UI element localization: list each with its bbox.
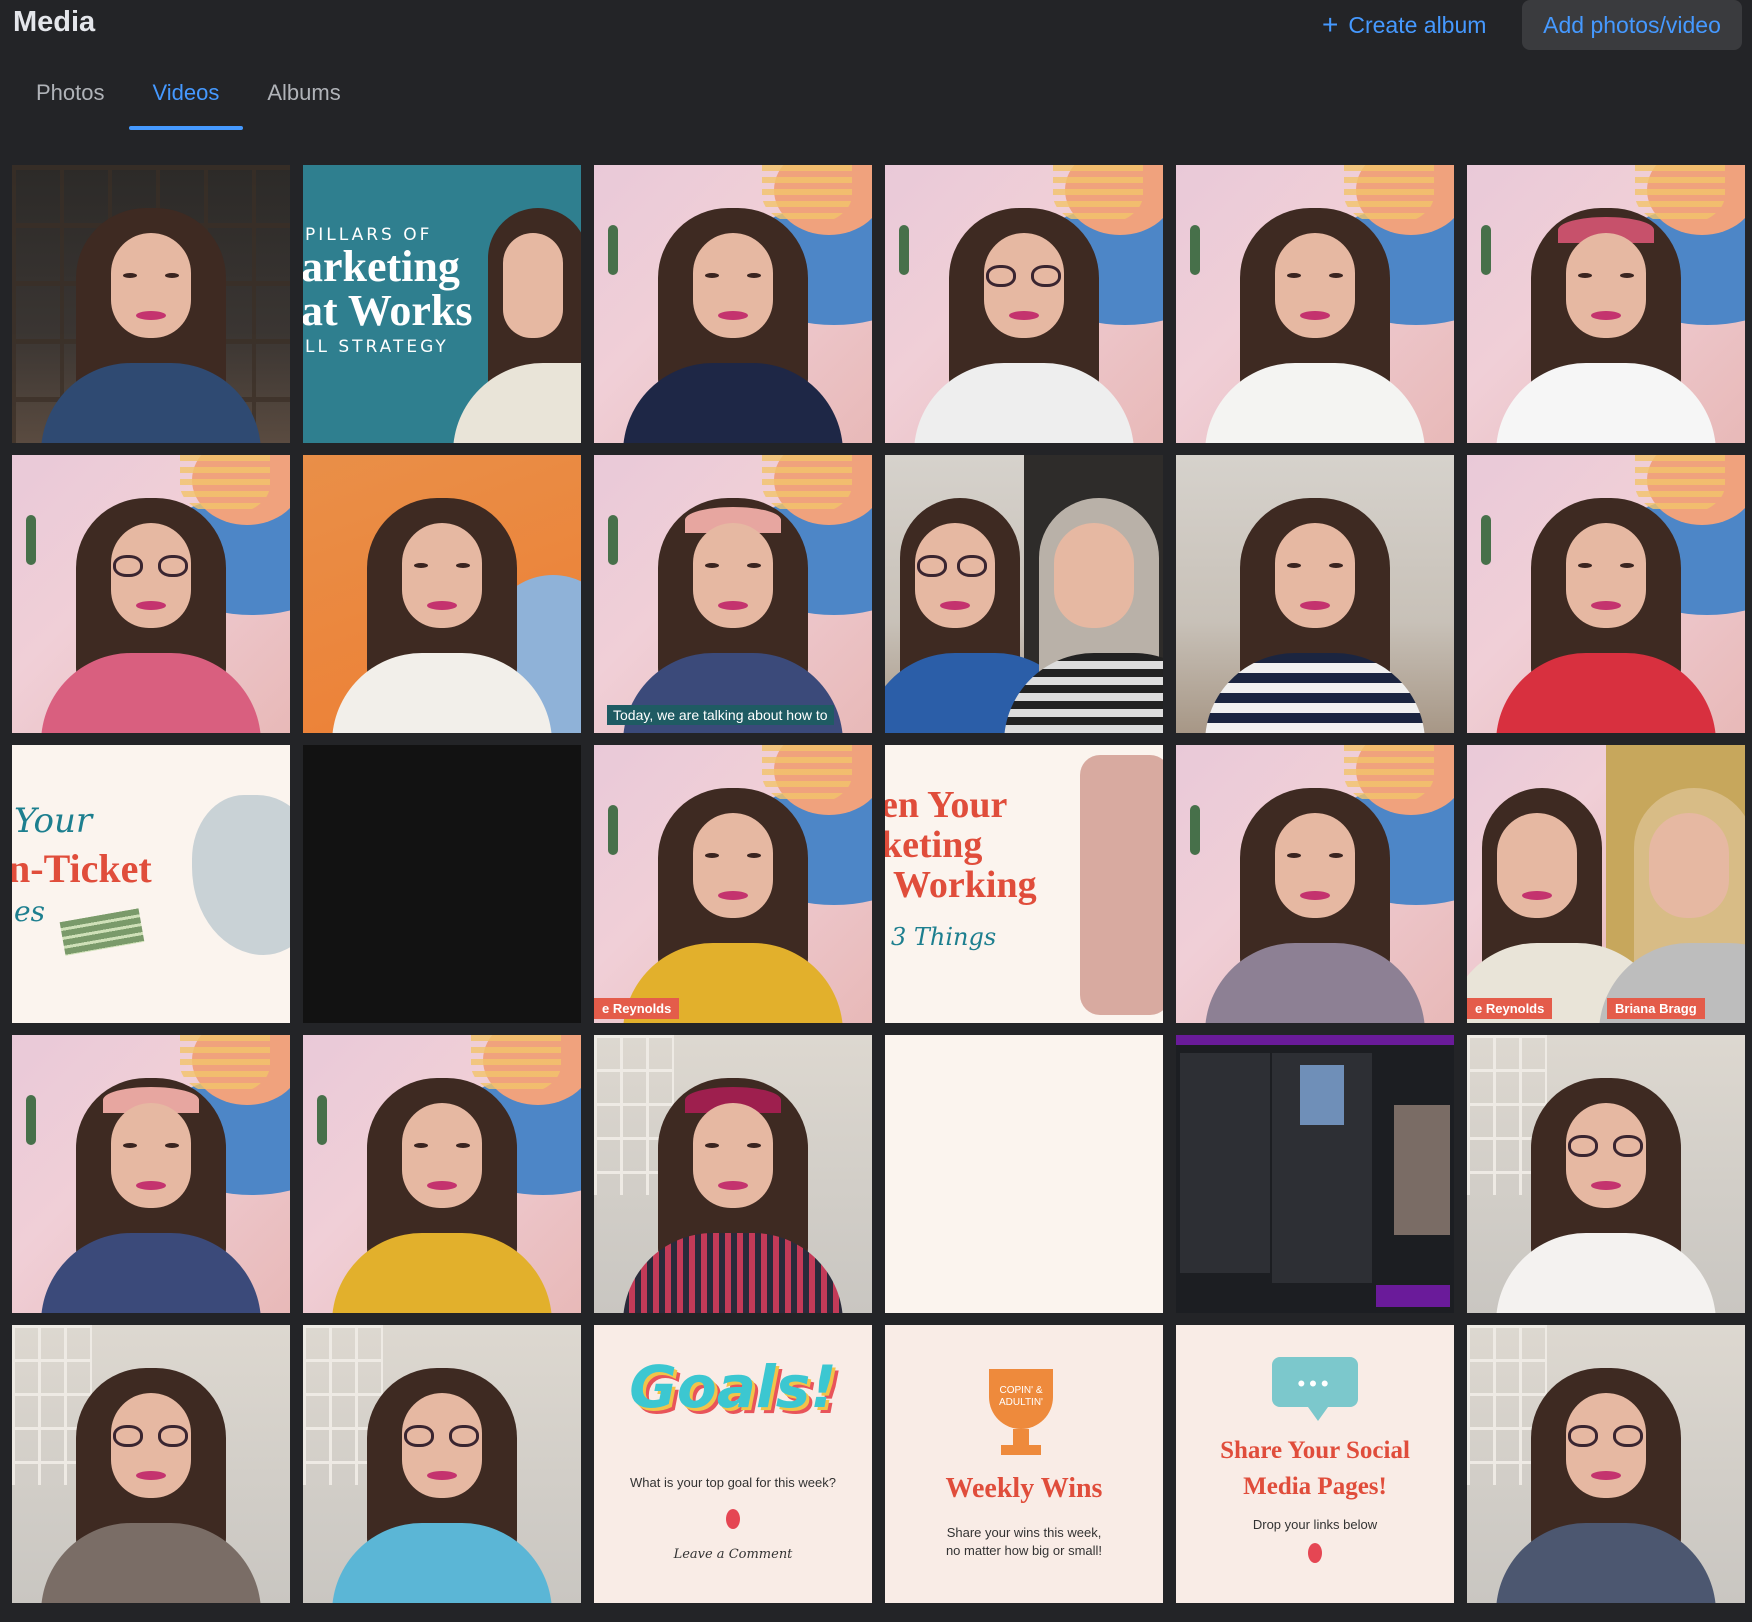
person [453,193,581,443]
video-grid: PILLARS OF arketing at Works LL STRATEGY [12,165,1745,1603]
slide-title: Weekly Wins [945,1473,1103,1504]
video-thumbnail[interactable] [594,1035,872,1313]
person [1599,773,1745,1023]
slide-text: keting [885,824,983,866]
media-header: Media + Create album Add photos/video [0,0,1752,50]
video-thumbnail[interactable] [1467,455,1745,733]
person [1205,193,1425,443]
person [623,1063,843,1313]
person [1467,773,1667,1023]
video-thumbnail[interactable] [1467,1325,1745,1603]
slide-text: Working [893,864,1037,906]
video-thumbnail[interactable]: ••• Share Your Social Media Pages! Drop … [1176,1325,1454,1603]
plus-icon: + [1322,9,1339,40]
trophy-badge-text: COPIN' & ADULTIN' [999,1385,1043,1408]
slide-text: LL STRATEGY [305,337,449,357]
video-caption: Today, we are talking about how to [607,705,834,725]
create-album-label: Create album [1348,11,1487,38]
person [41,193,261,443]
video-thumbnail[interactable]: Goals! What is your top goal for this we… [594,1325,872,1603]
person [1496,193,1716,443]
video-thumbnail[interactable] [1467,165,1745,443]
video-thumbnail[interactable]: en Your keting Working 3 Things [885,745,1163,1023]
pointing-hand-icon [1308,1543,1322,1563]
person [623,483,843,733]
slide-text: Your [14,801,93,841]
video-thumbnail[interactable] [12,1325,290,1603]
person [41,483,261,733]
video-thumbnail[interactable] [1176,455,1454,733]
video-thumbnail[interactable] [12,165,290,443]
person [885,483,1085,733]
video-thumbnail[interactable]: Today, we are talking about how to [594,455,872,733]
person [1205,773,1425,1023]
screen-share-preview [1176,1035,1454,1313]
video-thumbnail[interactable] [303,1035,581,1313]
money-stack [59,908,145,956]
name-tag: e Reynolds [594,998,680,1019]
video-thumbnail[interactable] [1176,745,1454,1023]
slide-text: n-Ticket [12,846,152,891]
slide-text: 3 Things [891,923,997,951]
person [914,193,1134,443]
person [1205,483,1425,733]
video-thumbnail[interactable] [885,455,1163,733]
video-thumbnail[interactable] [885,1035,1163,1313]
person [41,1353,261,1603]
create-album-button[interactable]: + Create album [1322,6,1486,44]
name-tag: Briana Bragg [1607,998,1705,1019]
person [1003,483,1163,733]
person [623,773,843,1023]
tab-photos[interactable]: Photos [12,70,129,132]
add-photos-video-button[interactable]: Add photos/video [1522,0,1742,50]
slide-text: What is your top goal for this week? [630,1475,836,1490]
video-thumbnail[interactable]: e Reynolds Briana Bragg [1467,745,1745,1023]
slide-text: en Your [885,784,1008,826]
person [332,483,552,733]
video-thumbnail[interactable] [1467,1035,1745,1313]
video-thumbnail[interactable]: Your n-Ticket es [12,745,290,1023]
slide-title: Media Pages! [1243,1473,1387,1500]
video-thumbnail[interactable]: COPIN' & ADULTIN' Weekly Wins Share your… [885,1325,1163,1603]
person [1496,1353,1716,1603]
video-thumbnail[interactable] [1176,1035,1454,1313]
person-photo [1080,755,1163,1015]
video-thumbnail[interactable] [12,1035,290,1313]
video-thumbnail[interactable]: PILLARS OF arketing at Works LL STRATEGY [303,165,581,443]
video-thumbnail[interactable]: e Reynolds [594,745,872,1023]
person [332,1353,552,1603]
chat-bubble-icon: ••• [1272,1357,1358,1421]
media-tabs: Photos Videos Albums [12,70,365,142]
name-tag: e Reynolds [1467,998,1553,1019]
person [623,193,843,443]
video-thumbnail[interactable] [303,455,581,733]
tab-albums[interactable]: Albums [243,70,364,132]
slide-text: Drop your links below [1252,1517,1378,1532]
person [1496,1063,1716,1313]
video-thumbnail[interactable] [303,745,581,1023]
video-thumbnail[interactable] [1176,165,1454,443]
person [1496,483,1716,733]
slide-text: at Works [303,286,473,335]
slide-text: es [14,895,45,928]
person-photo [192,795,290,955]
slide-text: Share your wins this week, [946,1525,1102,1540]
video-thumbnail[interactable] [594,165,872,443]
person [332,1063,552,1313]
page-title: Media [13,6,96,38]
video-thumbnail[interactable] [12,455,290,733]
slide-title: Share Your Social [1220,1437,1410,1464]
video-thumbnail[interactable] [303,1325,581,1603]
slide-text: Leave a Comment [673,1547,793,1562]
person [41,1063,261,1313]
video-thumbnail[interactable] [885,165,1163,443]
tab-videos[interactable]: Videos [128,70,244,132]
pointing-hand-icon [726,1509,740,1529]
slide-title: Goals! [629,1353,837,1421]
slide-text: no matter how big or small! [945,1543,1103,1558]
